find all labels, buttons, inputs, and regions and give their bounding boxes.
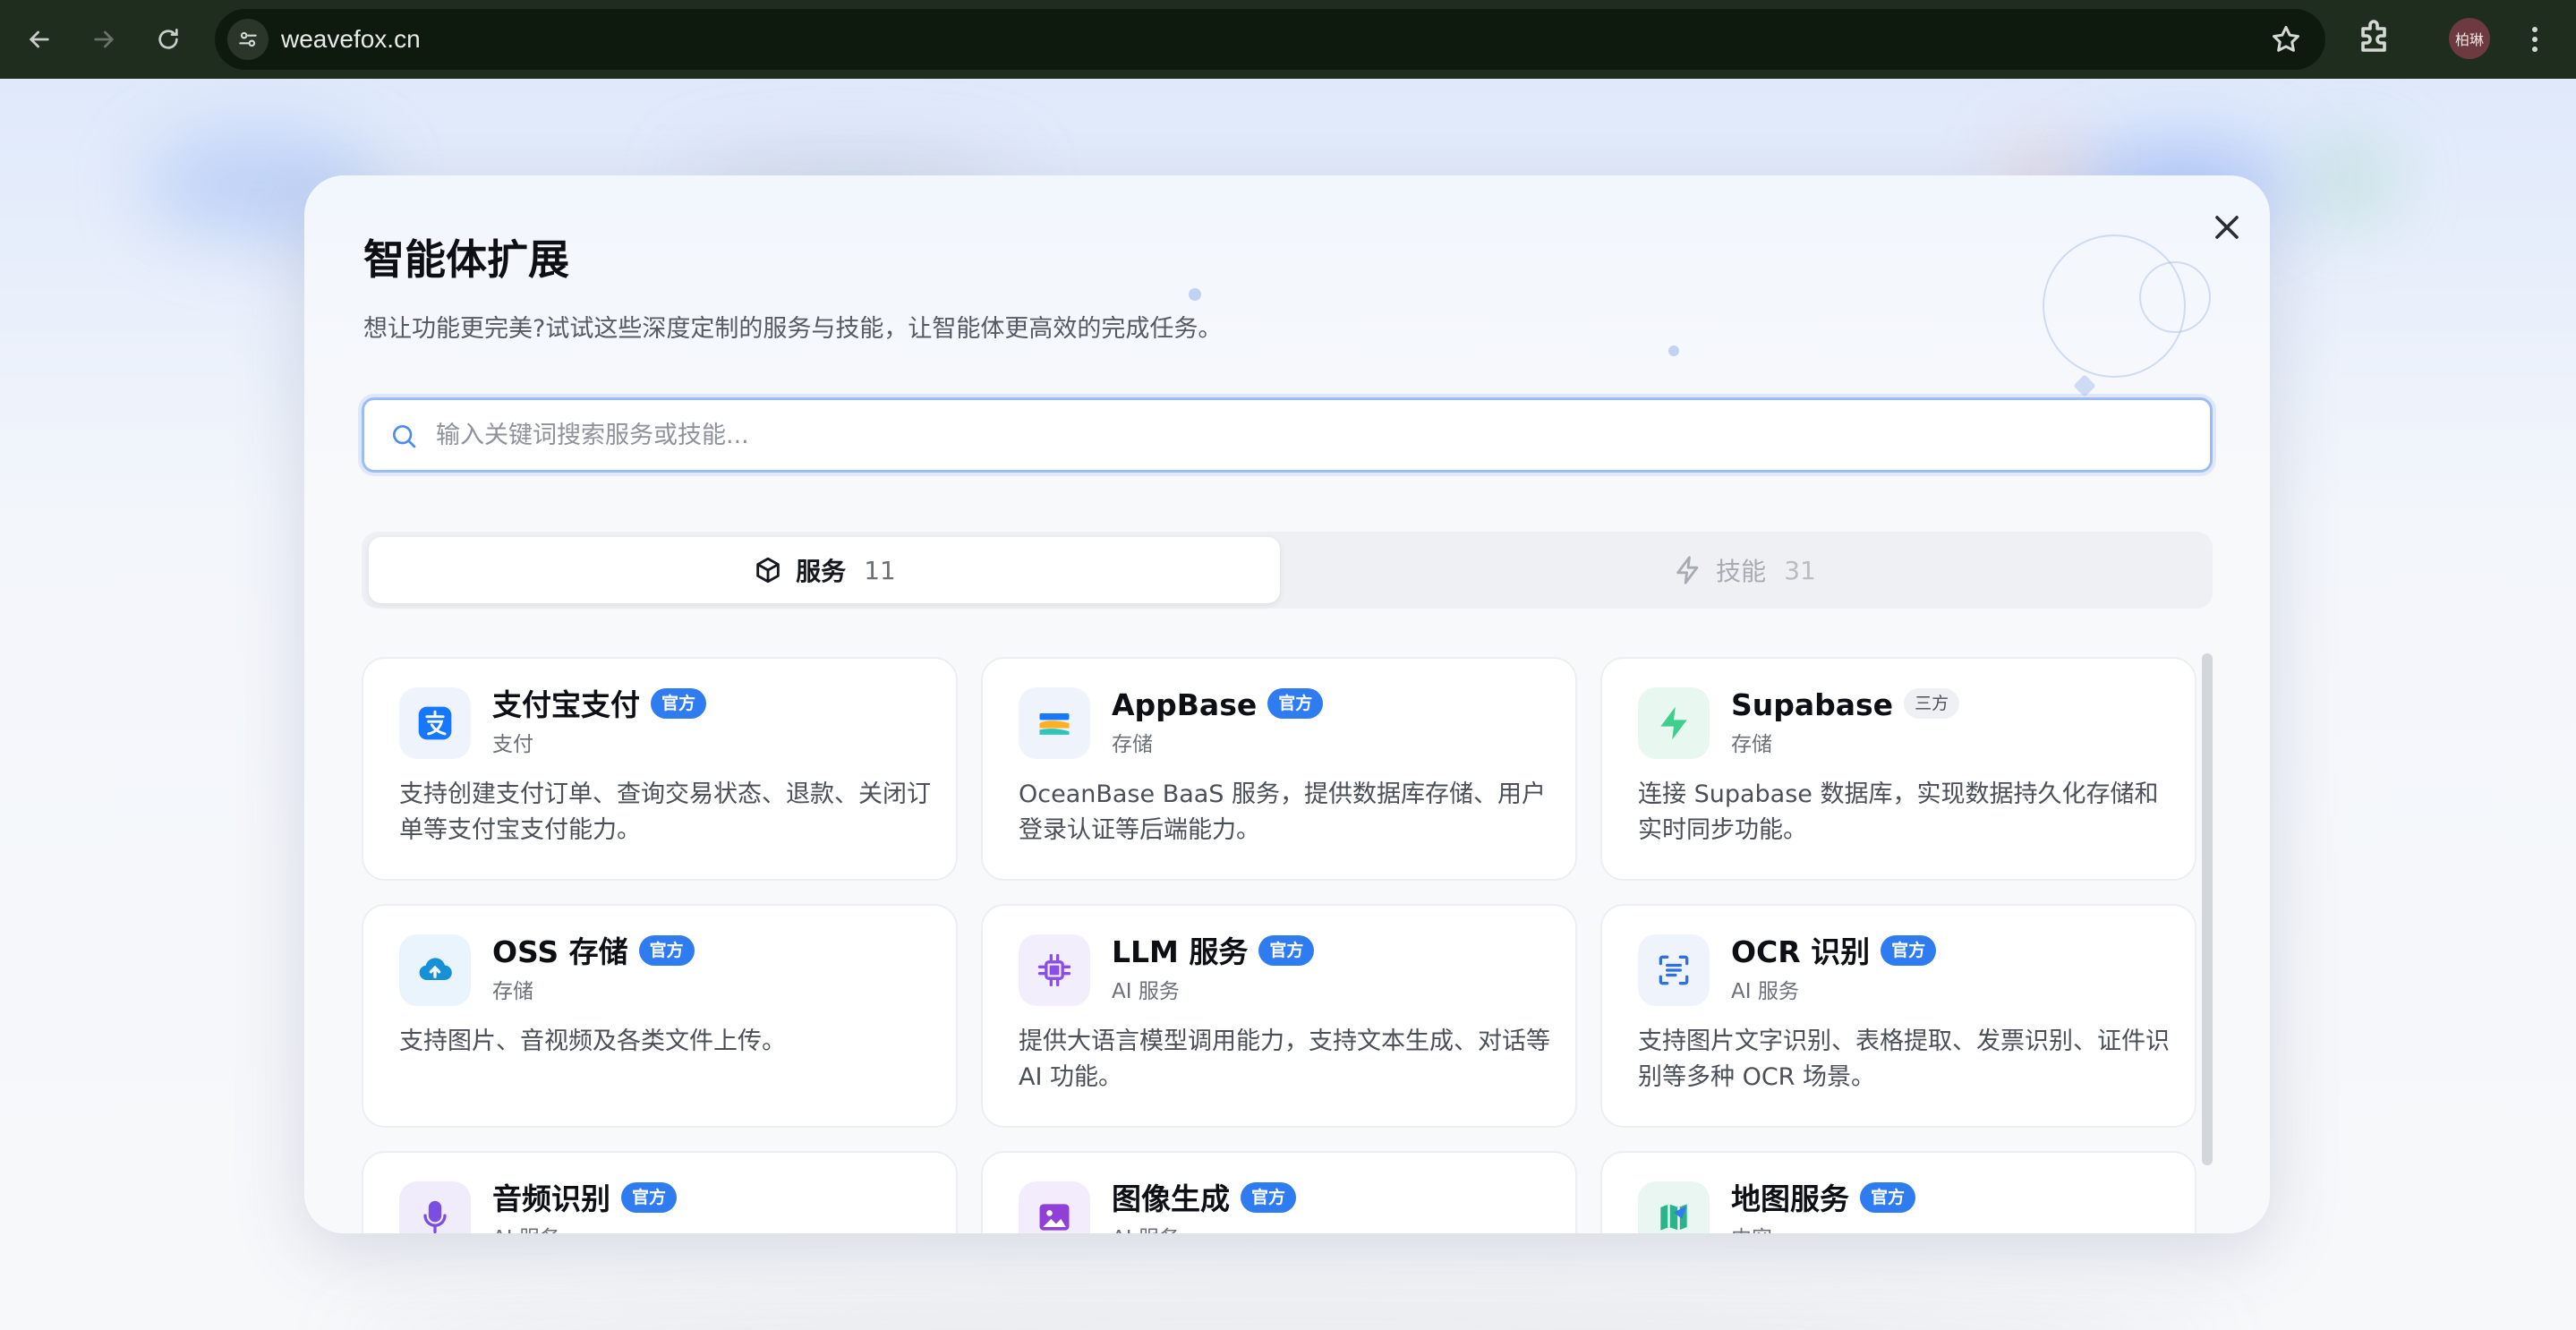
card-title: LLM 服务 官方 — [1112, 933, 1315, 972]
search-field[interactable] — [362, 397, 2213, 473]
service-card-audio[interactable]: 音频识别官方 AI 服务 — [362, 1151, 958, 1233]
browser-menu-icon[interactable] — [2519, 20, 2551, 59]
close-icon[interactable] — [2207, 208, 2247, 247]
card-category: 存储 — [492, 980, 533, 1003]
tab-count: 31 — [1784, 555, 1816, 585]
tab-count: 11 — [864, 555, 896, 585]
cube-icon — [756, 557, 780, 584]
service-card-ocr[interactable]: OCR 识别 官方 AI 服务 支持图片文字识别、表格提取、发票识别、证件识别等多… — [1600, 904, 2196, 1128]
service-card-appbase[interactable]: AppBase 官方 存储 OceanBase BaaS 服务，提供数据库存储、用… — [981, 657, 1577, 881]
scan-icon — [1638, 934, 1710, 1006]
address-bar[interactable]: weavefox.cn — [215, 9, 2325, 70]
search-icon — [393, 425, 416, 448]
official-badge: 官方 — [1258, 934, 1315, 966]
official-badge: 官方 — [1860, 1181, 1916, 1213]
card-title: OSS 存储 官方 — [492, 933, 695, 972]
service-card-llm[interactable]: LLM 服务 官方 AI 服务 提供大语言模型调用能力，支持文本生成、对话等 AI… — [981, 904, 1577, 1128]
official-badge: 官方 — [1881, 934, 1937, 966]
alipay-icon — [399, 687, 471, 759]
service-card-map[interactable]: 地图服务官方 内容 — [1600, 1151, 2196, 1233]
card-description: 支持图片文字识别、表格提取、发票识别、证件识别等多种 OCR 场景。 — [1638, 1027, 2170, 1091]
decorative-circle — [2139, 261, 2211, 333]
image-icon — [1019, 1181, 1090, 1233]
official-badge: 官方 — [651, 687, 707, 719]
modal-title: 智能体扩展 — [363, 235, 569, 284]
card-description: 支持创建支付订单、查询交易状态、退款、关闭订单等支付宝支付能力。 — [399, 780, 931, 844]
appbase-icon — [1019, 687, 1090, 759]
arrow-right-icon — [94, 30, 115, 48]
tab-bar: 服务 11 技能 31 — [362, 532, 2213, 609]
official-badge: 官方 — [638, 934, 695, 966]
service-card-alipay[interactable]: 支付宝支付 官方 支付 支持创建支付订单、查询交易状态、退款、关闭订单等支付宝支付… — [362, 657, 958, 881]
card-title: AppBase 官方 — [1112, 686, 1324, 725]
modal-subtitle: 想让功能更完美?试试这些深度定制的服务与技能，让智能体更高效的完成任务。 — [363, 315, 1223, 343]
official-badge: 官方 — [1241, 1181, 1297, 1213]
official-badge: 官方 — [1267, 687, 1324, 719]
reload-icon — [158, 29, 178, 49]
card-title: 支付宝支付 官方 — [492, 686, 707, 725]
extensions-puzzle-icon[interactable] — [2352, 18, 2395, 61]
tune-icon — [239, 31, 257, 47]
card-description: 提供大语言模型调用能力，支持文本生成、对话等 AI 功能。 — [1019, 1027, 1550, 1091]
card-list-scrollbar[interactable] — [2202, 653, 2213, 1165]
tab-label: 服务 — [796, 557, 847, 586]
third-party-badge: 三方 — [1904, 687, 1960, 719]
card-category: AI 服务 — [1112, 1224, 1180, 1233]
forward-button[interactable] — [82, 18, 125, 61]
card-title: 音频识别 官方 — [492, 1180, 678, 1219]
search-input[interactable] — [436, 413, 2190, 457]
decorative-dot — [1668, 345, 1679, 356]
card-category: 内容 — [1731, 1224, 1772, 1233]
card-category: 支付 — [492, 733, 533, 756]
card-description: 支持图片、音视频及各类文件上传。 — [399, 1027, 786, 1055]
site-info-button[interactable] — [227, 19, 269, 60]
card-title: Supabase 三方 — [1731, 686, 1960, 725]
browser-toolbar: weavefox.cn 柏琳 — [0, 0, 2576, 79]
microphone-icon — [399, 1181, 471, 1233]
cloud-upload-icon — [399, 934, 471, 1006]
card-description: 连接 Supabase 数据库，实现数据持久化存储和实时同步功能。 — [1638, 780, 2159, 844]
lightning-icon — [1676, 556, 1699, 584]
card-category: 存储 — [1731, 733, 1772, 756]
arrow-left-icon — [29, 30, 49, 48]
decorative-dot — [1189, 288, 1201, 301]
url-text: weavefox.cn — [281, 25, 421, 53]
chip-icon — [1019, 934, 1090, 1006]
card-category: AI 服务 — [1112, 980, 1180, 1003]
card-title: 地图服务 官方 — [1731, 1180, 1916, 1219]
bookmark-star-icon[interactable] — [2270, 23, 2302, 55]
service-card-grid: 支付宝支付 官方 支付 支持创建支付订单、查询交易状态、退款、关闭订单等支付宝支付… — [362, 657, 2213, 1233]
map-icon — [1638, 1181, 1710, 1233]
back-button[interactable] — [18, 18, 61, 61]
profile-avatar[interactable]: 柏琳 — [2449, 18, 2490, 59]
card-category: AI 服务 — [492, 1224, 560, 1233]
card-category: 存储 — [1112, 733, 1153, 756]
card-title: OCR 识别 官方 — [1731, 933, 1937, 972]
card-category: AI 服务 — [1731, 980, 1799, 1003]
service-card-oss[interactable]: OSS 存储 官方 存储 支持图片、音视频及各类文件上传。 — [362, 904, 958, 1128]
tab-services[interactable]: 服务 11 — [369, 537, 1280, 603]
tab-label: 技能 — [1716, 557, 1767, 586]
service-card-image-gen[interactable]: 图像生成官方 AI 服务 — [981, 1151, 1577, 1233]
service-card-supabase[interactable]: Supabase 三方 存储 连接 Supabase 数据库，实现数据持久化存储和… — [1600, 657, 2196, 881]
official-badge: 官方 — [621, 1181, 678, 1213]
card-title: 图像生成 官方 — [1112, 1180, 1297, 1219]
tab-skills[interactable]: 技能 31 — [1284, 537, 2205, 603]
reload-button[interactable] — [147, 18, 190, 61]
decorative-diamond — [2073, 374, 2096, 397]
card-description: OceanBase BaaS 服务，提供数据库存储、用户登录认证等后端能力。 — [1019, 780, 1547, 844]
supabase-icon — [1638, 687, 1710, 759]
agent-extension-modal: 智能体扩展 想让功能更完美?试试这些深度定制的服务与技能，让智能体更高效的完成任… — [304, 175, 2270, 1233]
